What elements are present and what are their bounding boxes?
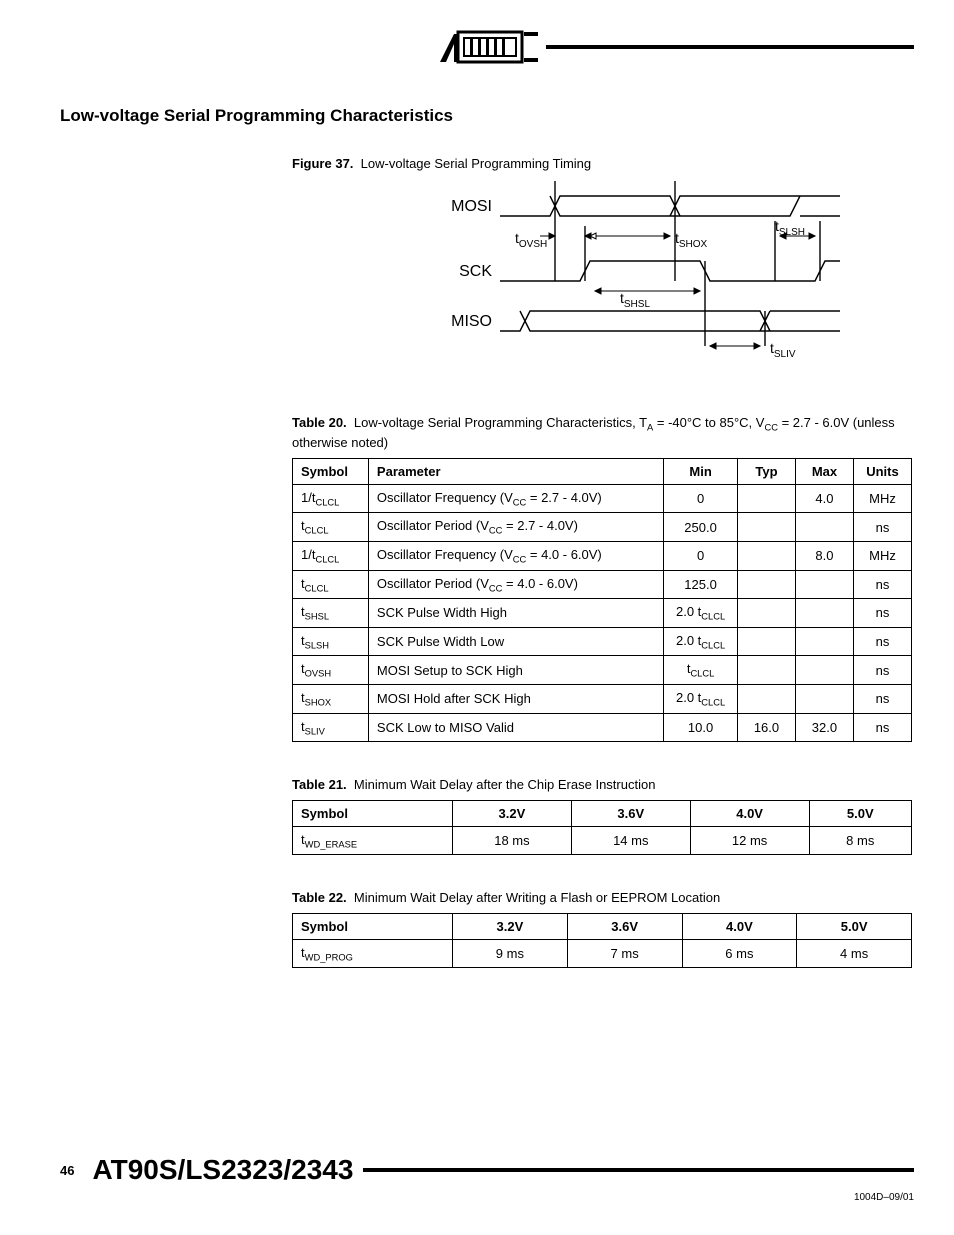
table-row: tSLSHSCK Pulse Width Low2.0 tCLCLns: [293, 627, 912, 656]
signal-mosi: MOSI: [451, 198, 492, 215]
svg-text:tSLIV: tSLIV: [770, 340, 796, 360]
atmel-logo-icon: [440, 30, 540, 64]
table-row: tSHSLSCK Pulse Width High2.0 tCLCLns: [293, 599, 912, 628]
figure37-text: Low-voltage Serial Programming Timing: [361, 156, 591, 171]
svg-text:tOVSH: tOVSH: [515, 230, 547, 250]
svg-text:tSHSL: tSHSL: [620, 290, 650, 310]
table-row: tWD_ERASE 18 ms 14 ms 12 ms 8 ms: [293, 826, 912, 855]
table-row: tSHOXMOSI Hold after SCK High2.0 tCLCLns: [293, 684, 912, 713]
table-header-row: Symbol 3.2V 3.6V 4.0V 5.0V: [293, 800, 912, 826]
footer-rule: [363, 1168, 914, 1172]
timing-diagram: MOSI SCK MISO tOVSH tSHOX tSLSH tSHSL tS…: [420, 181, 914, 374]
table-row: 1/tCLCLOscillator Frequency (VCC = 4.0 -…: [293, 541, 912, 570]
figure37-caption: Figure 37. Low-voltage Serial Programmin…: [292, 156, 914, 171]
table-row: tOVSHMOSI Setup to SCK HightCLCLns: [293, 656, 912, 685]
table20-caption: Table 20. Low-voltage Serial Programming…: [292, 414, 914, 452]
header-logo-row: [440, 30, 914, 64]
table-row: tSLIVSCK Low to MISO Valid10.016.032.0ns: [293, 713, 912, 742]
table21: Symbol 3.2V 3.6V 4.0V 5.0V tWD_ERASE 18 …: [292, 800, 912, 856]
table21-caption: Table 21. Minimum Wait Delay after the C…: [292, 776, 914, 794]
table20: Symbol Parameter Min Typ Max Units 1/tCL…: [292, 458, 912, 742]
table-header-row: Symbol Parameter Min Typ Max Units: [293, 458, 912, 484]
table-row: tCLCLOscillator Period (VCC = 2.7 - 4.0V…: [293, 513, 912, 542]
svg-text:tSHOX: tSHOX: [675, 230, 708, 250]
table-header-row: Symbol 3.2V 3.6V 4.0V 5.0V: [293, 913, 912, 939]
table20-label: Table 20.: [292, 415, 347, 430]
table22-caption: Table 22. Minimum Wait Delay after Writi…: [292, 889, 914, 907]
table-row: tCLCLOscillator Period (VCC = 4.0 - 6.0V…: [293, 570, 912, 599]
header-rule: [546, 45, 914, 49]
table-row: tWD_PROG 9 ms 7 ms 6 ms 4 ms: [293, 939, 912, 968]
device-name: AT90S/LS2323/2343: [92, 1154, 353, 1186]
table22-label: Table 22.: [292, 890, 347, 905]
doc-code: 1004D–09/01: [60, 1192, 914, 1203]
table-row: 1/tCLCLOscillator Frequency (VCC = 2.7 -…: [293, 484, 912, 513]
section-title: Low-voltage Serial Programming Character…: [60, 106, 914, 126]
page-number: 46: [60, 1163, 74, 1178]
signal-miso: MISO: [451, 313, 492, 330]
figure37-label: Figure 37.: [292, 156, 353, 171]
table21-label: Table 21.: [292, 777, 347, 792]
signal-sck: SCK: [459, 263, 492, 280]
table22: Symbol 3.2V 3.6V 4.0V 5.0V tWD_PROG 9 ms…: [292, 913, 912, 969]
svg-text:tSLSH: tSLSH: [775, 218, 805, 238]
page-footer: 46 AT90S/LS2323/2343 1004D–09/01: [60, 1154, 914, 1203]
